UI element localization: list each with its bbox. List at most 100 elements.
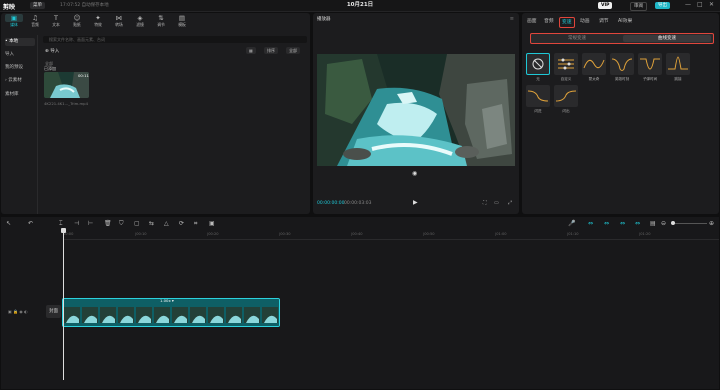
tool-filter[interactable]: ◈ 滤镜 <box>131 14 149 28</box>
tool-text[interactable]: T 文本 <box>47 14 65 28</box>
time-ruler[interactable]: 00:00 |00:10 |00:20 |00:30 |00:40 |00:50… <box>63 231 719 240</box>
zoom-out-icon[interactable]: ⊖ <box>661 220 666 227</box>
crop-icon[interactable]: ⌗ <box>194 220 197 228</box>
playhead-handle[interactable] <box>61 228 66 233</box>
undo-icon[interactable]: ↶ <box>28 220 33 227</box>
curve-flash-in[interactable] <box>526 85 550 107</box>
zoom-slider-handle[interactable] <box>671 221 675 225</box>
current-time: 00:00:00:00 <box>317 201 345 206</box>
segment-normal-speed[interactable]: 常规变速 <box>533 35 621 42</box>
magnet-icon[interactable]: ⇔ <box>604 220 609 227</box>
import-button[interactable]: ⊕ 导入 <box>45 48 59 55</box>
cover-button[interactable]: 封面 <box>46 305 61 318</box>
freeze-icon[interactable]: ▢ <box>134 220 140 227</box>
waterfall-frame <box>317 54 515 166</box>
rotate-icon[interactable]: ⟳ <box>179 220 184 227</box>
tab-picture[interactable]: 画面 <box>525 17 539 26</box>
media-panel: ▣ 媒体 ♫ 音频 T 文本 ☺ 贴纸 ✦ 特效 ⋈ 转场 ◈ 滤镜 ⇅ 调节 ▤ 模板 • 本地… <box>1 13 310 214</box>
minimize-icon[interactable]: — <box>685 1 691 8</box>
bullet-time-curve-icon <box>640 58 660 70</box>
zoom-slider[interactable] <box>671 223 707 224</box>
clip-speed-label: 1.00x ▾ <box>160 298 174 303</box>
montage-curve-icon <box>583 59 605 69</box>
tool-audio[interactable]: ♫ 音频 <box>26 14 44 28</box>
player-title: 播放器 <box>317 17 331 22</box>
reverse-icon[interactable]: ⇆ <box>149 220 154 227</box>
split-icon[interactable]: ⌶ <box>59 220 63 228</box>
video-preview[interactable] <box>317 54 515 166</box>
mirror-icon[interactable]: △ <box>164 220 169 227</box>
effects-icon: ✦ <box>95 14 101 22</box>
curve-hero[interactable] <box>610 53 634 75</box>
sidebar-item-local[interactable]: • 本地 <box>5 38 35 46</box>
player-panel: 播放器 ≡ ◉ 00:00:00:00 00:00:03:03 ▶ ⛶ ▭ ⤢ <box>313 13 519 214</box>
autosave-status: 17:07:52 自动保存本地 <box>60 3 109 8</box>
filter-button[interactable]: 全部 <box>286 47 300 54</box>
sort-button[interactable]: 排序 <box>264 47 278 54</box>
select-cursor-icon[interactable]: ↖ <box>6 220 11 227</box>
tool-sticker[interactable]: ☺ 贴纸 <box>68 14 86 28</box>
split-right-icon[interactable]: ⊢ <box>88 220 93 227</box>
curve-none[interactable] <box>526 53 550 75</box>
menu-button[interactable]: 菜单 <box>30 2 45 9</box>
tab-ai-effects[interactable]: AI效果 <box>616 17 634 26</box>
tool-transition[interactable]: ⋈ 转场 <box>110 14 128 28</box>
track-controls[interactable]: ▣ 🔒 ◉ ◐ <box>8 309 28 314</box>
curve-custom[interactable] <box>554 53 578 75</box>
sidebar-item-library[interactable]: 素材库 <box>5 91 35 99</box>
fullscreen-icon[interactable]: ⤢ <box>508 200 512 206</box>
curve-flash-out[interactable] <box>554 85 578 107</box>
text-icon: T <box>54 14 58 22</box>
sidebar-item-cloud[interactable]: › 云素材 <box>5 77 35 85</box>
flash-out-curve-icon <box>555 90 577 102</box>
search-input[interactable]: 搜索文件名称、画面元素、台词 <box>43 36 307 43</box>
custom-curve-icon <box>558 58 574 70</box>
segment-curve-speed[interactable]: 曲线变速 <box>623 35 711 42</box>
curve-jump-cut[interactable] <box>666 53 690 75</box>
curve-bullet-time[interactable] <box>638 53 662 75</box>
tool-template[interactable]: ▤ 模板 <box>173 14 191 28</box>
jump-cut-curve-icon <box>668 56 688 70</box>
sidebar-item-import[interactable]: 导入 <box>5 51 35 59</box>
play-button[interactable]: ▶ <box>413 199 418 206</box>
tab-speed[interactable]: 变速 <box>559 17 575 28</box>
thumb-filename: 4K221.4K1..._Trim.mp4 <box>44 101 89 106</box>
sidebar-item-presets[interactable]: 我的预设 <box>5 64 35 72</box>
tool-adjust[interactable]: ⇅ 调节 <box>152 14 170 28</box>
menu-icon[interactable]: ≡ <box>510 16 514 22</box>
tool-media[interactable]: ▣ 媒体 <box>5 14 23 28</box>
title-bar: 剪映 菜单 17:07:52 自动保存本地 10月21日 VIP 审阅 导出 —… <box>0 0 720 12</box>
tab-adjust[interactable]: 调节 <box>597 17 611 26</box>
zoom-in-icon[interactable]: ⊕ <box>709 220 714 227</box>
snap-icon[interactable]: ⇔ <box>620 220 625 227</box>
mic-icon[interactable]: 🎤 <box>568 220 575 227</box>
maximize-icon[interactable]: □ <box>697 1 703 8</box>
smart-icon[interactable]: ▣ <box>209 220 215 227</box>
caption-icon[interactable]: ▤ <box>650 220 656 227</box>
ratio-icon[interactable]: ▭ <box>494 200 499 206</box>
delete-icon[interactable]: 🗑 <box>104 220 112 227</box>
project-title: 10月21日 <box>346 2 374 8</box>
curve-montage[interactable] <box>582 53 606 75</box>
none-icon <box>532 58 544 70</box>
close-icon[interactable]: ✕ <box>709 1 714 8</box>
review-button[interactable]: 审阅 <box>630 2 647 11</box>
record-icon[interactable]: ◉ <box>412 170 417 177</box>
app-logo: 剪映 <box>3 4 16 11</box>
export-button[interactable]: 导出 <box>655 2 670 9</box>
tab-audio[interactable]: 音频 <box>542 17 556 26</box>
split-left-icon[interactable]: ⊣ <box>74 220 79 227</box>
tab-animation[interactable]: 动画 <box>578 17 592 26</box>
crop-icon[interactable]: ⛶ <box>483 200 487 206</box>
preview-axis-icon[interactable]: ⇔ <box>635 220 640 227</box>
marker-icon[interactable]: ⛉ <box>119 220 124 228</box>
view-toggle[interactable]: ▦ <box>246 47 256 54</box>
playhead[interactable] <box>63 228 64 380</box>
vip-badge[interactable]: VIP <box>598 2 613 9</box>
adjust-icon: ⇅ <box>158 14 164 22</box>
tool-effects[interactable]: ✦ 特效 <box>89 14 107 28</box>
properties-panel: 画面 音频 变速 动画 调节 AI效果 常规变速 曲线变速 无 自定义 蒙太奇 … <box>522 13 719 214</box>
sticker-icon: ☺ <box>73 14 81 22</box>
audio-icon: ♫ <box>32 14 38 22</box>
link-icon[interactable]: ⇔ <box>588 220 593 227</box>
